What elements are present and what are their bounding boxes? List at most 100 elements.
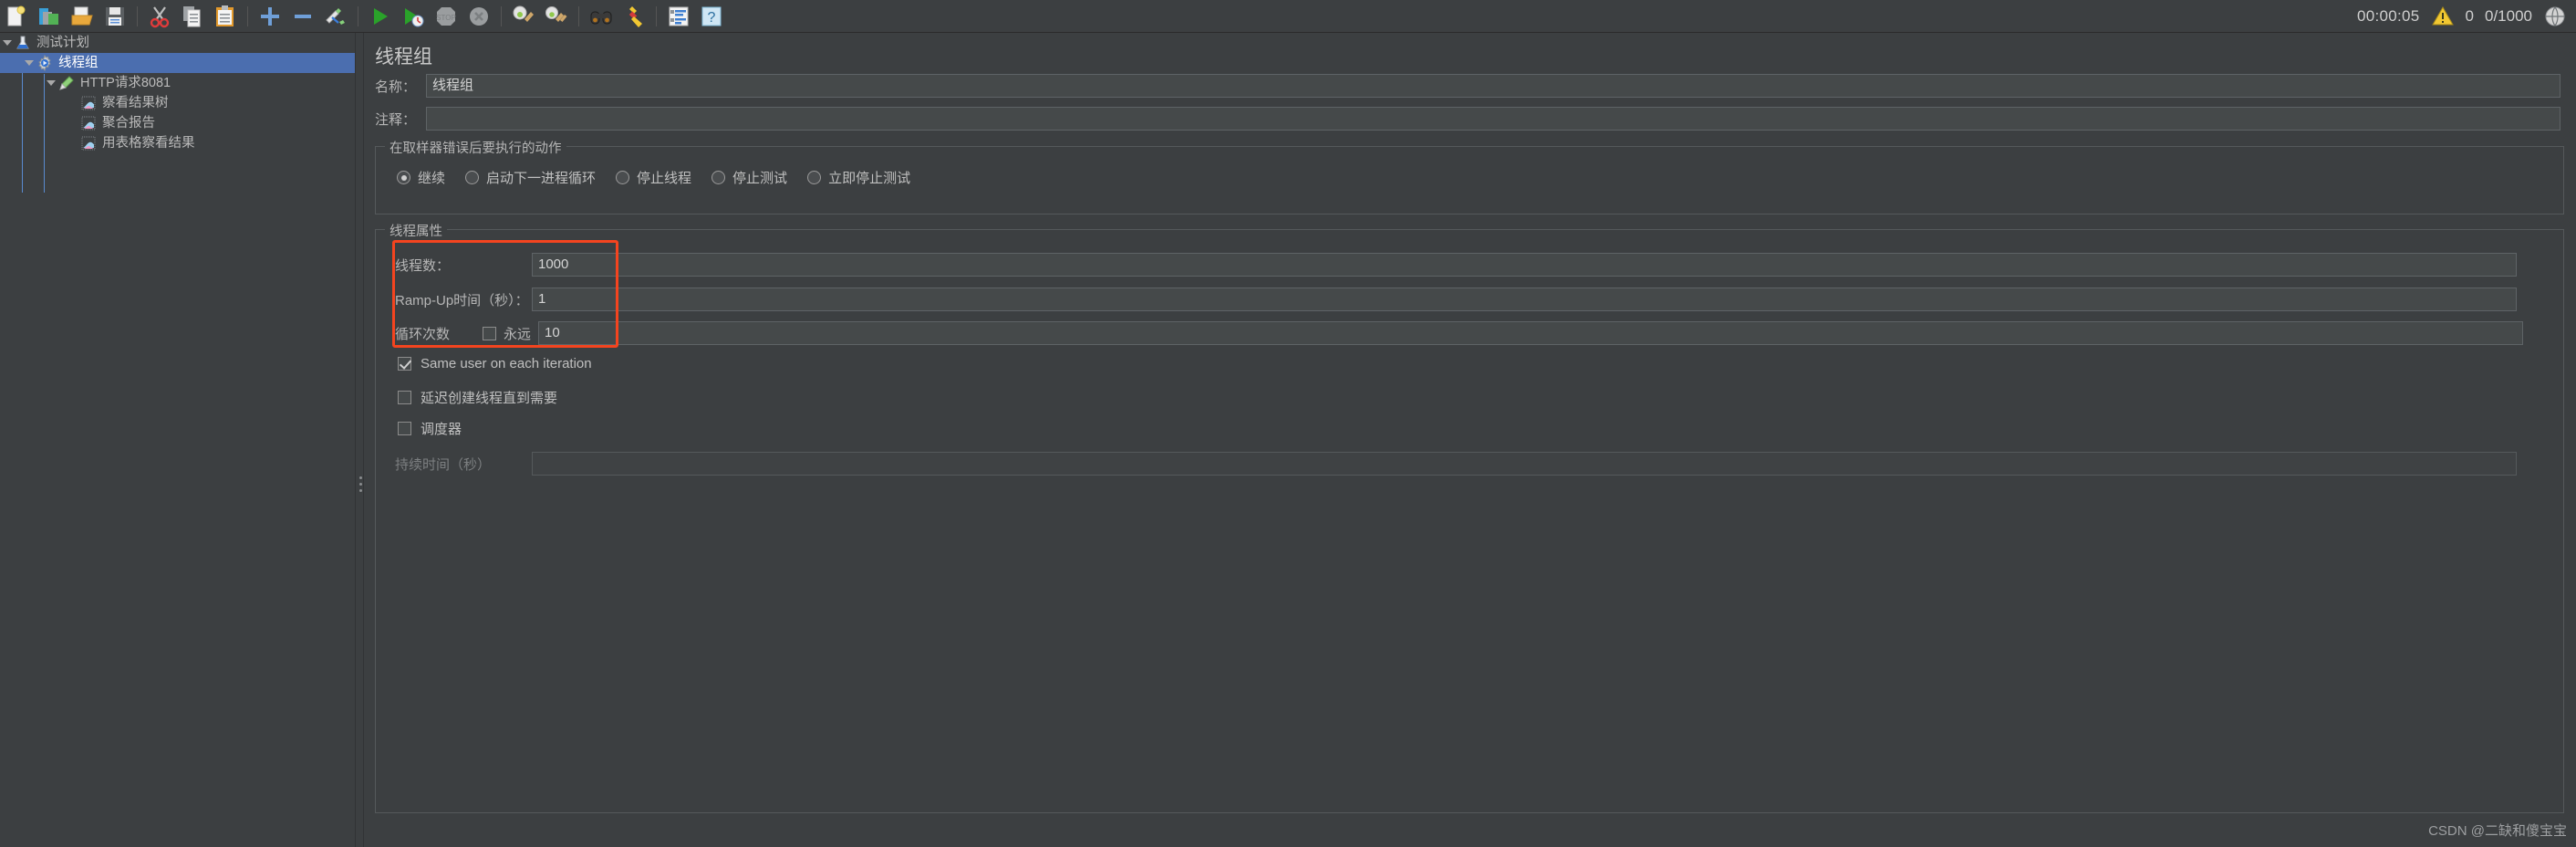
toolbar-group-expand — [254, 2, 352, 31]
tree-expander[interactable] — [44, 73, 58, 93]
radio-label: 启动下一进程循环 — [486, 171, 597, 186]
radio-continue[interactable]: 继续 — [397, 168, 445, 187]
error-action-radio-group: 继续 启动下一进程循环 停止线程 停止测试 立即停止测试 — [397, 168, 930, 187]
main-toolbar: STOP ? 00:00:05 0 0/1000 — [0, 0, 2576, 33]
copy-button[interactable] — [178, 2, 207, 31]
search-button[interactable] — [587, 2, 616, 31]
radio-stop-test[interactable]: 停止测试 — [712, 168, 787, 187]
listener-chart-icon — [80, 115, 97, 131]
toolbar-group-search — [585, 2, 650, 31]
tree-item-aggregate-report[interactable]: 聚合报告 — [0, 113, 355, 133]
test-plan-flask-icon — [15, 35, 31, 51]
radio-indicator[interactable] — [712, 171, 726, 184]
shutdown-button[interactable] — [464, 2, 493, 31]
paste-button[interactable] — [211, 2, 240, 31]
radio-indicator[interactable] — [807, 171, 822, 184]
templates-button[interactable] — [35, 2, 64, 31]
function-helper-button[interactable] — [664, 2, 693, 31]
scheduler-checkbox[interactable] — [398, 422, 411, 435]
radio-stop-thread[interactable]: 停止线程 — [616, 168, 691, 187]
help-button[interactable]: ? — [697, 2, 726, 31]
loop-count-row: 循环次数 永远 10 — [395, 320, 2548, 346]
tree-item-label: HTTP请求8081 — [80, 76, 171, 90]
name-field-row: 名称： 线程组 — [375, 74, 2564, 98]
radio-indicator[interactable] — [616, 171, 630, 184]
rampup-input[interactable]: 1 — [532, 288, 2517, 311]
watermark-text: CSDN @二缺和傻宝宝 — [2428, 823, 2567, 839]
radio-indicator[interactable] — [397, 171, 410, 184]
duration-input[interactable] — [532, 452, 2517, 476]
thread-group-config-panel: 线程组 名称： 线程组 注释： 在取样器错误后要执行的动作 继续 启动下一进程循… — [364, 33, 2576, 847]
radio-start-next-loop[interactable]: 启动下一进程循环 — [465, 168, 596, 187]
split-pane-divider[interactable] — [355, 33, 364, 847]
forever-label: 永远 — [504, 326, 532, 342]
toolbar-separator — [578, 5, 579, 26]
toolbar-group-edit — [143, 2, 242, 31]
start-button[interactable] — [366, 2, 395, 31]
expand-all-button[interactable] — [255, 2, 285, 31]
test-plan-tree[interactable]: 测试计划 线程组 HTTP请求8081 察看结果树 聚合报告 用表格察看结果 — [0, 33, 355, 847]
toolbar-status-area: 00:00:05 0 0/1000 — [2357, 5, 2576, 28]
tree-item-label: 用表格察看结果 — [102, 136, 195, 151]
tree-item-view-results-in-table[interactable]: 用表格察看结果 — [0, 133, 355, 153]
radio-indicator[interactable] — [465, 171, 480, 184]
tree-expander[interactable] — [0, 33, 15, 53]
tree-item-test-plan[interactable]: 测试计划 — [0, 33, 355, 53]
save-button[interactable] — [100, 2, 130, 31]
duration-row: 持续时间（秒） — [395, 451, 2548, 476]
tree-item-thread-group[interactable]: 线程组 — [0, 53, 355, 73]
comment-field-row: 注释： — [375, 107, 2564, 131]
tree-item-label: 聚合报告 — [102, 116, 155, 131]
divider-grip[interactable] — [359, 476, 362, 479]
elapsed-timer: 00:00:05 — [2356, 6, 2420, 25]
comment-input[interactable] — [426, 107, 2560, 131]
delay-thread-creation-row[interactable]: 延迟创建线程直到需要 — [398, 388, 557, 407]
same-user-row[interactable]: Same user on each iteration — [398, 356, 592, 371]
tree-expander[interactable] — [22, 53, 36, 73]
scheduler-label: 调度器 — [421, 422, 462, 437]
toggle-button[interactable] — [321, 2, 350, 31]
same-user-label: Same user on each iteration — [421, 356, 592, 371]
tree-expander-placeholder — [66, 93, 80, 113]
delay-thread-creation-label: 延迟创建线程直到需要 — [421, 391, 558, 406]
toolbar-group-help: ? — [662, 2, 728, 31]
tree-item-label: 察看结果树 — [102, 96, 169, 110]
loop-count-label: 循环次数 — [395, 326, 451, 342]
radio-label: 停止线程 — [637, 171, 692, 186]
thread-properties-groupbox: 线程属性 — [375, 221, 2564, 813]
name-input[interactable]: 线程组 — [426, 74, 2560, 98]
threads-input[interactable]: 1000 — [532, 253, 2517, 277]
threads-label: 线程数： — [395, 257, 451, 274]
forever-checkbox[interactable] — [483, 326, 496, 340]
toolbar-separator — [501, 5, 502, 26]
scheduler-row[interactable]: 调度器 — [398, 419, 462, 438]
thread-properties-group-title: 线程属性 — [385, 221, 447, 240]
active-thread-count: 0/1000 — [2485, 6, 2532, 25]
start-no-timers-button[interactable] — [399, 2, 428, 31]
toolbar-separator — [247, 5, 248, 26]
clear-button[interactable] — [509, 2, 538, 31]
tree-item-http-request[interactable]: HTTP请求8081 — [0, 73, 355, 93]
loop-count-input[interactable]: 10 — [538, 321, 2523, 345]
error-count: 0 — [2465, 6, 2474, 25]
rampup-row: Ramp-Up时间（秒）： 1 — [395, 287, 2548, 312]
duration-label: 持续时间（秒） — [395, 456, 492, 473]
collapse-all-button[interactable] — [288, 2, 317, 31]
globe-icon[interactable] — [2543, 5, 2567, 28]
stop-button[interactable]: STOP — [431, 2, 461, 31]
same-user-checkbox[interactable] — [398, 357, 411, 371]
radio-label: 停止测试 — [732, 171, 788, 186]
http-sampler-pen-icon — [58, 75, 75, 91]
clear-all-button[interactable] — [542, 2, 571, 31]
reset-search-button[interactable] — [619, 2, 649, 31]
radio-label: 立即停止测试 — [828, 171, 911, 186]
page-title: 线程组 — [375, 47, 432, 68]
radio-stop-test-now[interactable]: 立即停止测试 — [807, 168, 910, 187]
delay-thread-creation-checkbox[interactable] — [398, 391, 411, 404]
toolbar-separator — [656, 5, 657, 26]
cut-button[interactable] — [145, 2, 174, 31]
warning-triangle-icon[interactable] — [2431, 5, 2455, 28]
tree-item-view-results-tree[interactable]: 察看结果树 — [0, 93, 355, 113]
open-button[interactable] — [68, 2, 97, 31]
new-test-plan-button[interactable] — [2, 2, 31, 31]
